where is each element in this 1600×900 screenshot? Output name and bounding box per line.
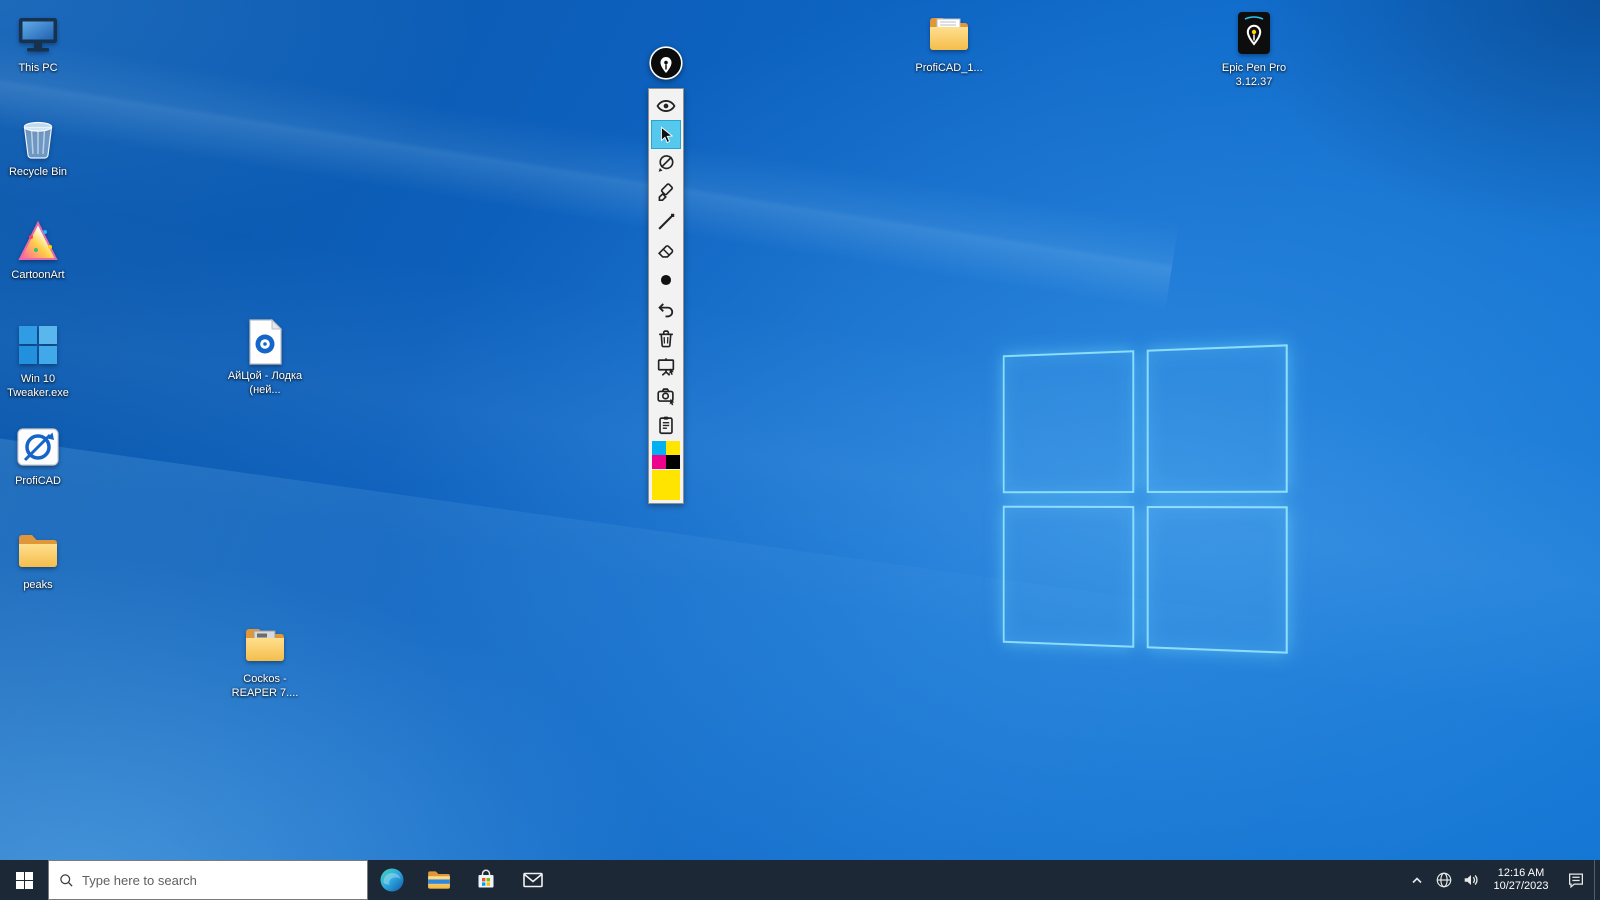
desktop-icon-label: CartoonArt [11, 269, 65, 281]
desktop-icon-label: peaks [23, 579, 53, 591]
desktop-icon-aytsoy-file[interactable]: АйЦой - Лодка (ней... [223, 318, 307, 398]
desktop-icon-proficad-folder[interactable]: ProfiCAD_1... [907, 10, 991, 75]
file-explorer-icon [427, 871, 450, 889]
epic-pen-size-indicator[interactable] [651, 265, 681, 294]
eraser-icon [657, 244, 674, 258]
windows-logo-pane [1002, 505, 1134, 648]
palette-magenta-swatch[interactable] [652, 455, 666, 469]
mail-icon [522, 872, 543, 888]
cartoonart-image-icon [14, 217, 62, 265]
action-center-icon [1569, 873, 1583, 889]
whiteboard-screen-icon [657, 357, 675, 376]
desktop-icon-proficad-app[interactable]: ProfiCAD [0, 423, 80, 488]
speaker-volume-icon [1464, 875, 1478, 885]
document-icon [241, 318, 289, 366]
search-input[interactable] [82, 872, 357, 888]
globe-network-icon [1436, 872, 1451, 888]
folder-icon [14, 527, 62, 575]
desktop-icon-this-pc[interactable]: This PC [0, 10, 80, 75]
windows-hero-logo [1002, 344, 1288, 654]
epic-pen-logo-button[interactable] [649, 46, 683, 80]
epic-pen-whiteboard-button[interactable] [651, 352, 681, 381]
desktop-icon-label: ProfiCAD_1... [915, 62, 983, 74]
desktop-icon-label: ProfiCAD [15, 475, 61, 487]
recycle-bin-icon [14, 114, 62, 162]
proficad-app-icon [14, 423, 62, 471]
taskbar-mail-button[interactable] [509, 860, 556, 900]
epic-pen-highlighter-tool[interactable] [651, 178, 681, 207]
search-icon [59, 873, 74, 888]
desktop-icon-label: This PC [18, 62, 58, 74]
windows-logo-pane [1002, 350, 1134, 493]
windows-flag-icon [14, 321, 62, 369]
desktop-icon-win10-tweaker[interactable]: Win 10 Tweaker.exe [0, 321, 80, 401]
epic-pen-undo-button[interactable] [651, 294, 681, 323]
epic-pen-pen-tool[interactable] [651, 149, 681, 178]
chevron-up-icon [1411, 877, 1422, 884]
epic-pen-eraser-tool[interactable] [651, 236, 681, 265]
desktop-icon-label: Win 10 Tweaker.exe [7, 373, 69, 400]
show-desktop-button[interactable] [1594, 860, 1600, 900]
desktop-icon-cartoonart[interactable]: CartoonArt [0, 217, 80, 282]
epic-pen-toolbar [648, 88, 684, 504]
desktop-icon-label: АйЦой - Лодка (ней... [227, 370, 303, 397]
folder-icon [925, 10, 973, 58]
palette-black-swatch[interactable] [666, 455, 680, 469]
clipboard-icon [659, 416, 673, 434]
epic-pen-clear-button[interactable] [651, 323, 681, 352]
microsoft-store-icon [478, 869, 493, 888]
taskbar-store-button[interactable] [462, 860, 509, 900]
cursor-arrow-icon [660, 125, 674, 143]
clock-date: 10/27/2023 [1493, 880, 1549, 892]
edge-browser-icon [380, 868, 403, 892]
undo-arrow-icon [658, 302, 674, 317]
camera-icon [657, 387, 675, 405]
start-button[interactable] [0, 860, 48, 900]
epic-pen-visibility-toggle[interactable] [651, 91, 681, 120]
system-tray: 12:16 AM 10/27/2023 [1403, 860, 1600, 900]
line-icon [658, 213, 675, 230]
desktop-icon-epic-pen-pro[interactable]: Epic Pen Pro 3.12.37 [1212, 10, 1296, 90]
desktop-wallpaper [0, 0, 1600, 900]
epic-pen-screenshot-button[interactable] [651, 381, 681, 410]
epic-pen-current-color[interactable] [652, 470, 680, 500]
desktop-icon-cockos-reaper-folder[interactable]: Cockos - REAPER 7.... [223, 621, 307, 701]
windows-start-icon [15, 871, 33, 889]
highlighter-icon [658, 182, 674, 201]
clock-time: 12:16 AM [1497, 867, 1545, 879]
windows-logo-pane [1146, 505, 1288, 654]
trash-icon [659, 329, 673, 347]
this-pc-icon [14, 10, 62, 58]
epic-pen-clipboard-button[interactable] [651, 410, 681, 439]
pen-icon [658, 154, 674, 172]
tray-clock[interactable]: 12:16 AM 10/27/2023 [1484, 860, 1558, 900]
palette-yellow-swatch[interactable] [666, 441, 680, 455]
dot-icon [660, 274, 672, 285]
action-center-button[interactable] [1558, 860, 1594, 900]
desktop-icon-label: Recycle Bin [8, 166, 68, 178]
epic-pen-line-tool[interactable] [651, 207, 681, 236]
desktop-icon-label: Cockos - REAPER 7.... [231, 673, 299, 700]
taskbar: 12:16 AM 10/27/2023 [0, 860, 1600, 900]
desktop-icon-label: Epic Pen Pro 3.12.37 [1221, 62, 1287, 89]
taskbar-search-box[interactable] [48, 860, 368, 900]
epic-pen-logo-icon [649, 46, 683, 80]
palette-cyan-swatch[interactable] [652, 441, 666, 455]
tray-network-button[interactable] [1430, 860, 1457, 900]
wallpaper-light-ray [0, 18, 1180, 312]
taskbar-file-explorer-button[interactable] [415, 860, 462, 900]
epic-pen-app-icon [1230, 10, 1278, 58]
desktop-icon-peaks-folder[interactable]: peaks [0, 527, 80, 592]
windows-logo-pane [1146, 344, 1288, 493]
epic-pen-cursor-tool[interactable] [651, 120, 681, 149]
eye-icon [656, 99, 676, 112]
tray-volume-button[interactable] [1457, 860, 1484, 900]
epic-pen-color-palette[interactable] [652, 441, 680, 469]
desktop-icon-recycle-bin[interactable]: Recycle Bin [0, 114, 80, 179]
tray-chevron-button[interactable] [1403, 860, 1430, 900]
taskbar-edge-button[interactable] [368, 860, 415, 900]
folder-icon [241, 621, 289, 669]
